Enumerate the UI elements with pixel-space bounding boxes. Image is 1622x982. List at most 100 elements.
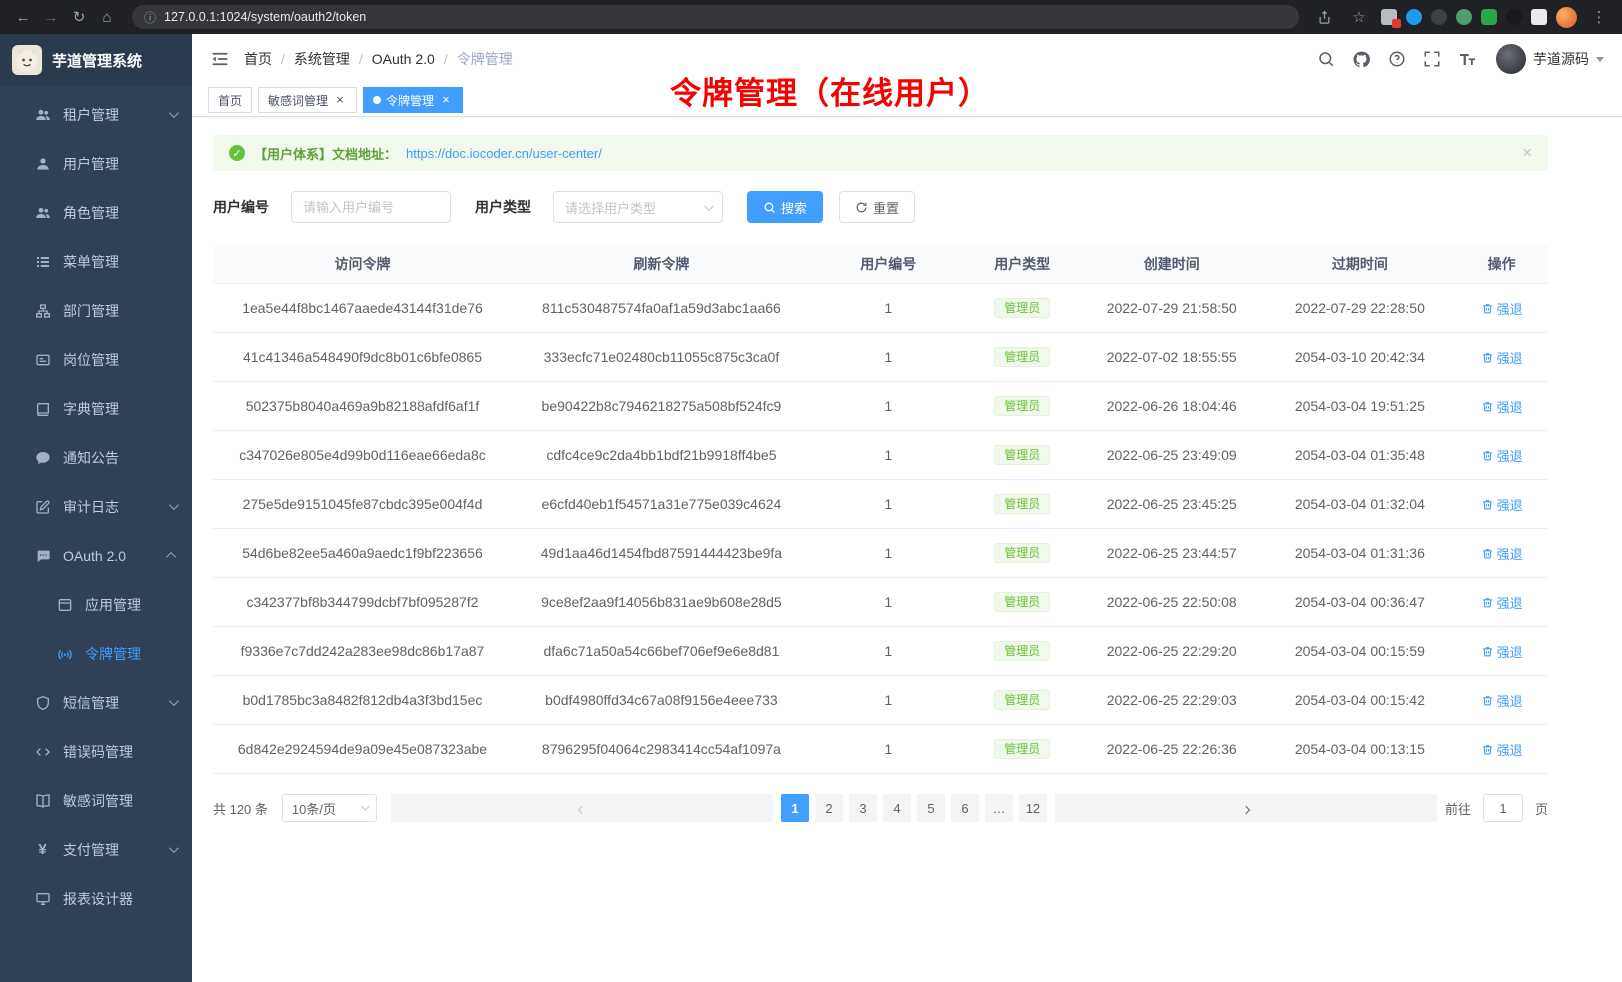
force-logout-button[interactable]: 强退 — [1481, 593, 1523, 612]
app-shell: 芋道管理系统 租户管理 用户管理 角色管理 菜单管理 部门管理 — [0, 34, 1622, 982]
force-logout-button[interactable]: 强退 — [1481, 544, 1523, 563]
search-button[interactable]: 搜索 — [747, 191, 823, 223]
force-logout-button[interactable]: 强退 — [1481, 397, 1523, 416]
browser-profile-avatar[interactable] — [1556, 7, 1577, 28]
bookmark-star-icon[interactable]: ☆ — [1346, 4, 1372, 30]
sidebar-item-menu[interactable]: 菜单管理 — [0, 237, 192, 286]
force-logout-button[interactable]: 强退 — [1481, 299, 1523, 318]
force-logout-button[interactable]: 强退 — [1481, 348, 1523, 367]
expire-time-cell: 2054-03-04 00:13:15 — [1265, 725, 1456, 773]
create-time-cell: 2022-06-25 22:50:08 — [1079, 578, 1265, 626]
sidebar-item-post[interactable]: 岗位管理 — [0, 335, 192, 384]
extension-icon[interactable] — [1431, 9, 1447, 25]
tab-sensitive-word[interactable]: 敏感词管理 × — [258, 87, 357, 113]
sidebar-item-error-code[interactable]: 错误码管理 — [0, 727, 192, 776]
site-info-icon[interactable]: ⓘ — [144, 9, 156, 26]
search-icon[interactable] — [1317, 50, 1335, 68]
sidebar-item-sensitive-word[interactable]: 敏感词管理 — [0, 776, 192, 825]
forward-button[interactable]: → — [38, 4, 64, 30]
prev-page-button[interactable] — [391, 794, 773, 822]
font-size-icon[interactable] — [1458, 50, 1477, 69]
user-menu[interactable]: 芋道源码 — [1496, 44, 1604, 74]
pager-more-button[interactable]: … — [985, 794, 1013, 822]
force-logout-button[interactable]: 强退 — [1481, 446, 1523, 465]
force-logout-button[interactable]: 强退 — [1481, 691, 1523, 710]
access-token-cell: 41c41346a548490f9dc8b01c6bfe0865 — [213, 333, 512, 381]
user-id-input[interactable] — [291, 191, 451, 223]
extension-icon[interactable] — [1456, 9, 1472, 25]
page-button-4[interactable]: 4 — [883, 794, 911, 822]
sidebar-item-sms[interactable]: 短信管理 — [0, 678, 192, 727]
create-time-cell: 2022-06-25 23:49:09 — [1079, 431, 1265, 479]
sidebar-item-dept[interactable]: 部门管理 — [0, 286, 192, 335]
extension-icon[interactable] — [1406, 9, 1422, 25]
force-logout-button[interactable]: 强退 — [1481, 740, 1523, 759]
sidebar-item-notice[interactable]: 通知公告 — [0, 433, 192, 482]
sidebar-item-label: 部门管理 — [63, 301, 176, 321]
reset-button[interactable]: 重置 — [839, 191, 915, 223]
tree-icon — [34, 302, 51, 319]
user-type-tag: 管理员 — [994, 396, 1050, 416]
user-type-cell: 管理员 — [966, 284, 1079, 332]
reload-button[interactable]: ↻ — [66, 4, 92, 30]
sidebar-item-audit-log[interactable]: 审计日志 — [0, 482, 192, 531]
edit-icon — [34, 498, 51, 515]
sidebar-item-pay[interactable]: ¥ 支付管理 — [0, 825, 192, 874]
expire-time-cell: 2054-03-10 20:42:34 — [1265, 333, 1456, 381]
sidebar-item-oauth2[interactable]: OAuth 2.0 — [0, 531, 192, 580]
total-count: 共 120 条 — [213, 799, 268, 818]
sidebar: 芋道管理系统 租户管理 用户管理 角色管理 菜单管理 部门管理 — [0, 34, 192, 982]
sidebar-item-oauth2-app[interactable]: 应用管理 — [0, 580, 192, 629]
force-logout-button[interactable]: 强退 — [1481, 642, 1523, 661]
sidebar-item-role[interactable]: 角色管理 — [0, 188, 192, 237]
breadcrumb-item[interactable]: OAuth 2.0 — [372, 51, 435, 67]
page-button-3[interactable]: 3 — [849, 794, 877, 822]
breadcrumb-item[interactable]: 首页 — [244, 49, 272, 69]
browser-menu-icon[interactable]: ⋮ — [1586, 4, 1612, 30]
browser-chrome: ← → ↻ ⌂ ⓘ 127.0.0.1:1024/system/oauth2/t… — [0, 0, 1622, 34]
doc-link[interactable]: https://doc.iocoder.cn/user-center/ — [406, 146, 602, 161]
refresh-token-cell: 8796295f04064c2983414cc54af1097a — [512, 725, 811, 773]
jump-page-input[interactable] — [1483, 794, 1523, 822]
page-button-1[interactable]: 1 — [781, 794, 809, 822]
page-button-6[interactable]: 6 — [951, 794, 979, 822]
back-button[interactable]: ← — [10, 4, 36, 30]
address-bar[interactable]: ⓘ 127.0.0.1:1024/system/oauth2/token — [132, 5, 1299, 29]
breadcrumb-item[interactable]: 系统管理 — [294, 49, 350, 69]
tab-home[interactable]: 首页 — [208, 87, 252, 113]
sidebar-item-user[interactable]: 用户管理 — [0, 139, 192, 188]
user-type-select[interactable]: 请选择用户类型 — [553, 191, 723, 223]
sidebar-toggle-icon[interactable] — [210, 49, 230, 69]
shield-icon — [34, 694, 51, 711]
sidebar-item-report-designer[interactable]: 报表设计器 — [0, 874, 192, 923]
app-logo[interactable]: 芋道管理系统 — [0, 34, 192, 86]
force-logout-button[interactable]: 强退 — [1481, 495, 1523, 514]
page-button-12[interactable]: 12 — [1019, 794, 1047, 822]
extension-icon[interactable] — [1506, 9, 1522, 25]
breadcrumb-separator: / — [359, 51, 363, 67]
extensions-puzzle-icon[interactable] — [1481, 9, 1497, 25]
extension-icon[interactable] — [1531, 9, 1547, 25]
help-icon[interactable] — [1388, 50, 1406, 68]
github-icon[interactable] — [1352, 50, 1371, 69]
next-page-button[interactable] — [1055, 794, 1437, 822]
fullscreen-icon[interactable] — [1423, 50, 1441, 68]
user-type-cell: 管理员 — [966, 725, 1079, 773]
alert-close-icon[interactable]: × — [1522, 143, 1532, 163]
user-avatar — [1496, 44, 1526, 74]
refresh-token-cell: 9ce8ef2aa9f14056b831ae9b608e28d5 — [512, 578, 811, 626]
page-size-select[interactable]: 10条/页 — [282, 794, 377, 822]
home-button[interactable]: ⌂ — [94, 4, 120, 30]
page-button-2[interactable]: 2 — [815, 794, 843, 822]
users-icon — [34, 106, 51, 123]
expire-time-cell: 2054-03-04 01:31:36 — [1265, 529, 1456, 577]
extension-icon[interactable] — [1381, 9, 1397, 25]
page-button-5[interactable]: 5 — [917, 794, 945, 822]
tab-close-icon[interactable]: × — [439, 93, 453, 107]
share-icon[interactable] — [1311, 4, 1337, 30]
tab-close-icon[interactable]: × — [333, 93, 347, 107]
sidebar-item-tenant[interactable]: 租户管理 — [0, 90, 192, 139]
tab-oauth2-token[interactable]: 令牌管理 × — [363, 87, 463, 113]
sidebar-item-dict[interactable]: 字典管理 — [0, 384, 192, 433]
sidebar-item-oauth2-token[interactable]: 令牌管理 — [0, 629, 192, 678]
